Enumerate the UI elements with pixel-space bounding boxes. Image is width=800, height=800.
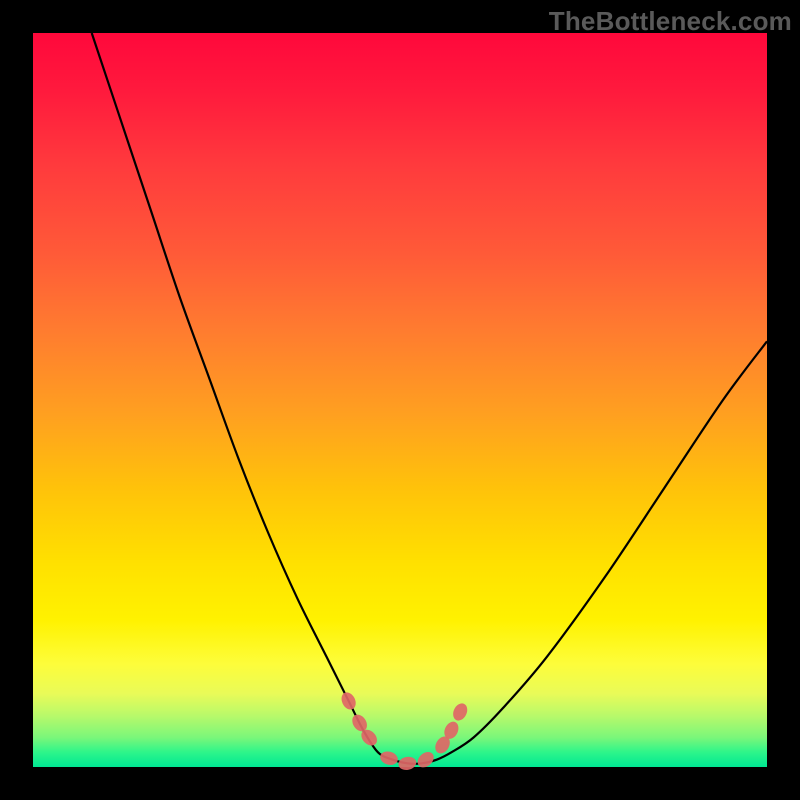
plot-area — [33, 33, 767, 767]
optimal-marker — [450, 701, 470, 723]
optimal-marker — [379, 750, 400, 767]
optimal-marker — [339, 690, 359, 712]
watermark-text: TheBottleneck.com — [549, 6, 792, 37]
chart-svg — [33, 33, 767, 767]
bottleneck-curve-path — [92, 33, 767, 764]
optimal-marker — [397, 755, 417, 771]
curve-line — [92, 33, 767, 764]
chart-frame: TheBottleneck.com — [0, 0, 800, 800]
optimal-markers-group — [339, 690, 470, 771]
